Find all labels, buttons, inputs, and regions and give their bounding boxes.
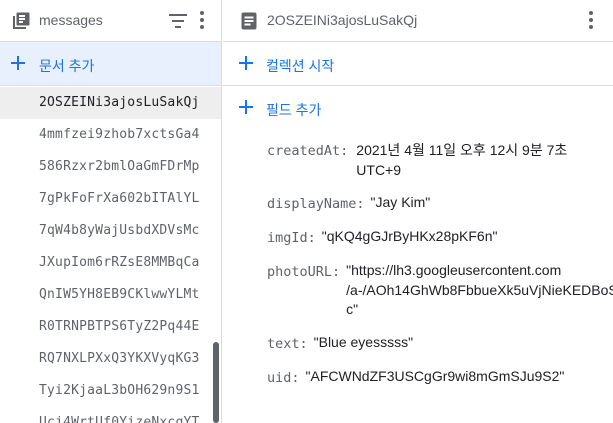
field-value: "qKQ4gGJrByHKx28pKF6n" — [321, 228, 498, 244]
document-item[interactable]: R0TRNPBTPS6TyZ2Pq44E — [0, 311, 221, 343]
field-key: text: — [267, 335, 308, 352]
field-key: displayName: — [267, 196, 365, 212]
field-key: photoURL: — [267, 264, 341, 280]
field-key: imgId: — [267, 230, 316, 246]
document-item[interactable]: 2OSZEINi3ajosLuSakQj — [0, 87, 221, 119]
field-key: createdAt: — [267, 143, 349, 159]
field-row[interactable]: photoURL: "https://lh3.googleusercontent… — [267, 261, 613, 320]
document-header: 2OSZEINi3ajosLuSakQj — [223, 0, 613, 42]
document-title: 2OSZEINi3ajosLuSakQj — [267, 12, 418, 28]
field-row[interactable]: displayName: "Jay Kim" — [267, 193, 613, 214]
field-value: "AFCWNdZF3USCgGr9wi8mGmSJu9S2" — [305, 367, 565, 384]
field-value: "Blue eyesssss" — [313, 333, 414, 350]
field-value: "Jay Kim" — [370, 194, 431, 210]
plus-icon — [238, 99, 254, 120]
document-list: 2OSZEINi3ajosLuSakQj 4mmfzei9zhob7xctsGa… — [0, 87, 221, 423]
more-vert-icon[interactable] — [585, 10, 597, 35]
field-key: uid: — [267, 369, 300, 386]
add-document-button[interactable]: 문서 추가 — [0, 42, 221, 86]
collection-icon — [12, 12, 30, 35]
collection-panel: messages 문서 추가 2OSZEINi3ajosLuSakQj 4mmf… — [0, 0, 222, 423]
plus-icon — [10, 55, 26, 76]
document-item[interactable]: 7gPkFoFrXa602bITAlYL — [0, 183, 221, 215]
start-collection-label: 컬렉션 시작 — [266, 58, 335, 74]
document-item[interactable]: RQ7NXLPXxQ3YKXVyqKG3 — [0, 343, 221, 375]
document-item[interactable]: JXupIom6rRZsE8MMBqCa — [0, 247, 221, 279]
document-icon — [241, 12, 257, 35]
field-value: "https://lh3.googleusercontent.com /a-/A… — [346, 262, 613, 317]
document-item[interactable]: Tyi2KjaaL3bOH629n9S1 — [0, 375, 221, 407]
collection-title: messages — [39, 12, 103, 28]
document-item[interactable]: Ucj4WrtUf0YizeNxcqYT — [0, 407, 221, 423]
field-row[interactable]: uid: "AFCWNdZF3USCgGr9wi8mGmSJu9S2" — [267, 367, 613, 388]
document-item[interactable]: 586Rzxr2bmlOaGmFDrMp — [0, 151, 221, 183]
more-vert-icon[interactable] — [196, 10, 208, 35]
scrollbar[interactable] — [213, 342, 219, 423]
start-collection-button[interactable]: 컬렉션 시작 — [223, 42, 613, 86]
document-item[interactable]: 7qW4b8yWajUsbdXDVsMc — [0, 215, 221, 247]
collection-header: messages — [0, 0, 221, 42]
document-item[interactable]: QnIW5YH8EB9CKlwwYLMt — [0, 279, 221, 311]
field-list: createdAt: 2021년 4월 11일 오후 12시 9분 7초 UTC… — [267, 140, 613, 398]
filter-icon[interactable] — [168, 11, 188, 36]
add-field-label: 필드 추가 — [266, 102, 322, 118]
document-item[interactable]: 4mmfzei9zhob7xctsGa4 — [0, 119, 221, 151]
field-row[interactable]: text: "Blue eyesssss" — [267, 333, 613, 354]
field-row[interactable]: imgId: "qKQ4gGJrByHKx28pKF6n" — [267, 227, 613, 248]
add-document-label: 문서 추가 — [39, 58, 95, 74]
plus-icon — [238, 55, 254, 76]
add-field-button[interactable]: 필드 추가 — [223, 86, 613, 130]
field-row[interactable]: createdAt: 2021년 4월 11일 오후 12시 9분 7초 UTC… — [267, 140, 613, 180]
field-value: 2021년 4월 11일 오후 12시 9분 7초 UTC+9 — [356, 142, 568, 178]
document-panel: 2OSZEINi3ajosLuSakQj 컬렉션 시작 필드 추가 create… — [223, 0, 613, 423]
